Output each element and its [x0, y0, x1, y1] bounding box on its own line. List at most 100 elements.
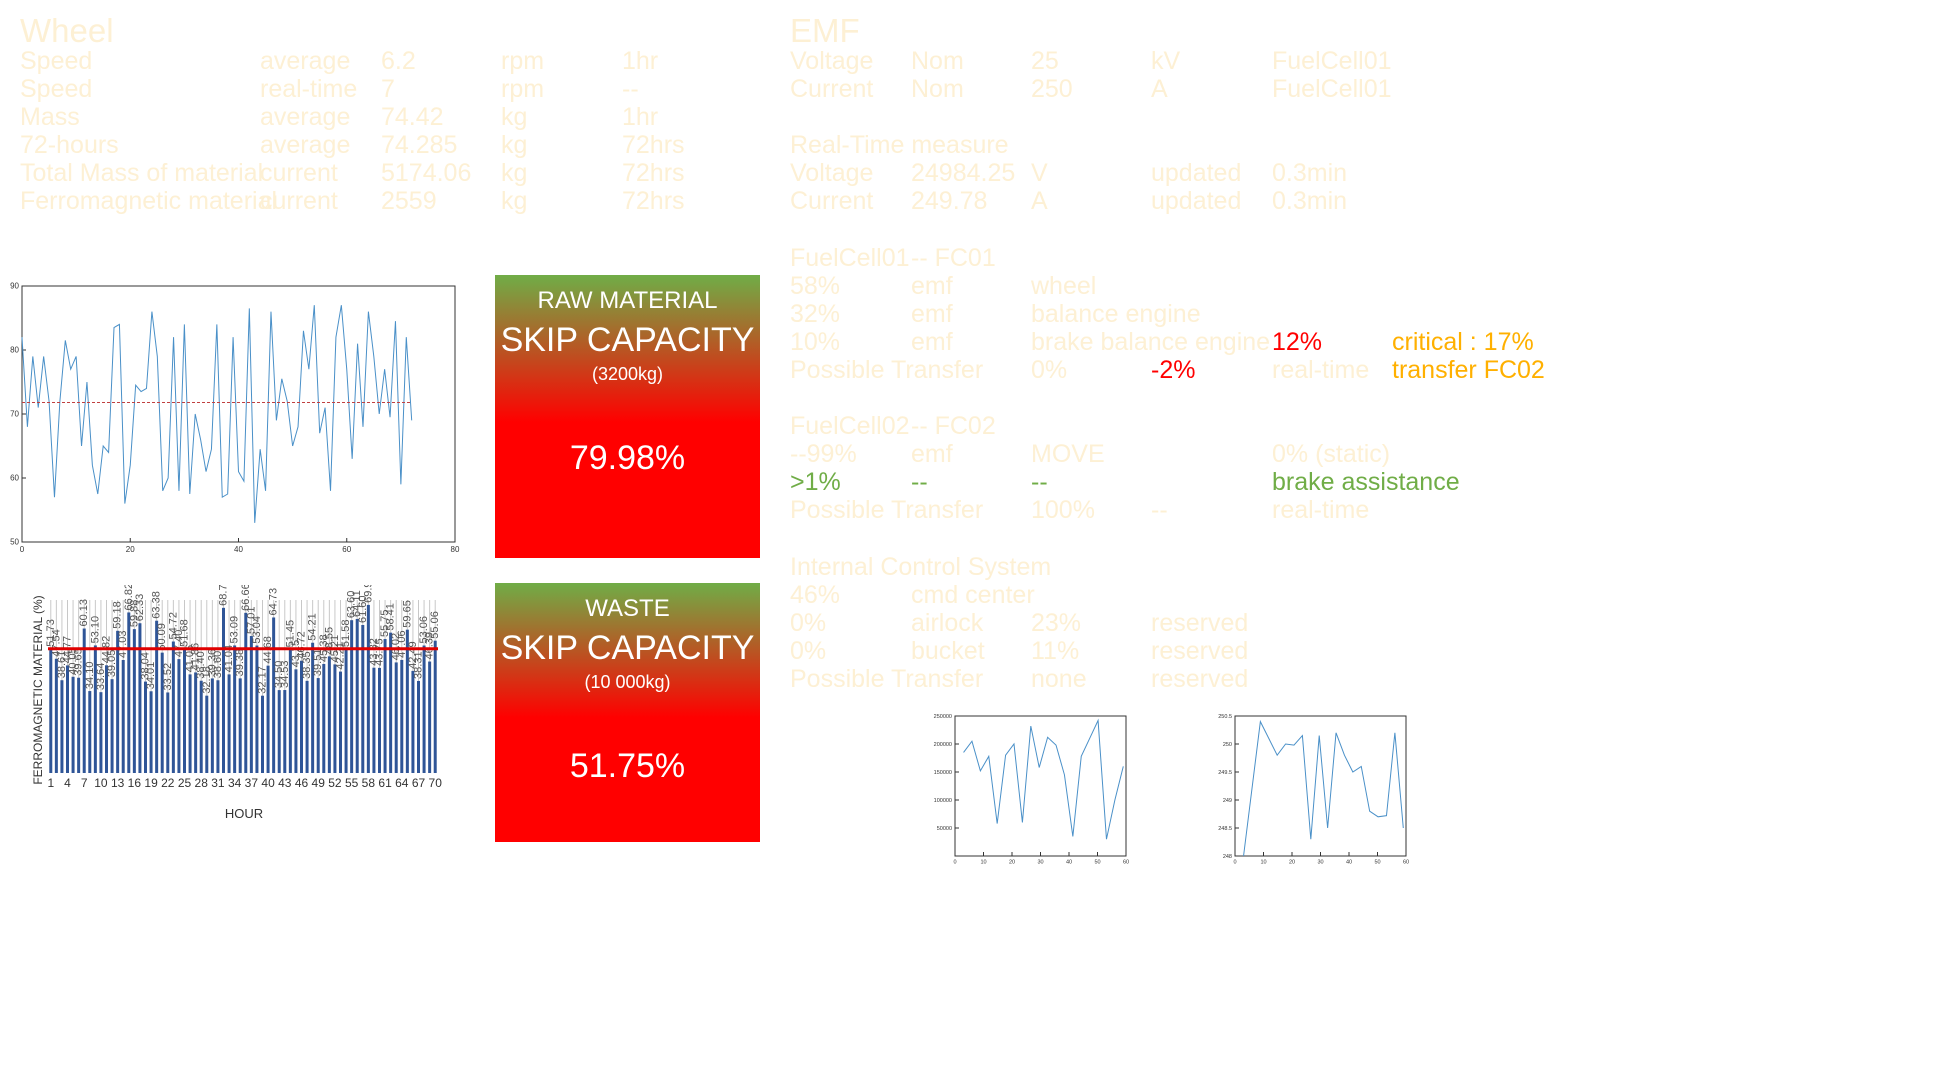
- ics-cell: reserved: [1151, 637, 1249, 665]
- skip-category: WASTE: [585, 595, 670, 622]
- wheel-cell: 72hrs: [622, 187, 685, 215]
- x-tick-label: 25: [178, 776, 192, 790]
- x-tick-label: 1: [47, 776, 54, 790]
- wheel-cell: Speed: [20, 47, 93, 75]
- y-tick-label: 200000: [934, 742, 952, 748]
- x-tick-label: 58: [362, 776, 376, 790]
- bar-value-label: 55.06: [429, 611, 441, 639]
- fc01-transfer-target: transfer FC02: [1392, 356, 1545, 384]
- ics-transfer-value: none: [1031, 665, 1087, 693]
- emf-nominal-cell: Current: [790, 75, 874, 103]
- wheel-cell: rpm: [501, 47, 545, 75]
- wheel-cell: 74.42: [381, 103, 444, 131]
- y-tick-label: 250: [1223, 742, 1232, 748]
- current-line-chart: 0 10 20 30 40 50 60 248 248.5 249 249.5 250 250.5: [1218, 714, 1409, 866]
- y-tick-label: 248.5: [1218, 826, 1232, 832]
- wheel-cell: 72hrs: [622, 131, 685, 159]
- bar: [188, 674, 192, 773]
- wheel-cell: 1hr: [622, 103, 659, 131]
- emf-realtime-cell: updated: [1151, 159, 1242, 187]
- fc01-transfer-delta: -2%: [1151, 356, 1196, 384]
- wheel-cell: current: [260, 159, 338, 187]
- x-tick-label: 43: [278, 776, 292, 790]
- x-axis-label: HOUR: [225, 806, 263, 821]
- x-tick-label: 61: [378, 776, 392, 790]
- fc02-code: -- FC02: [911, 412, 996, 440]
- skip-limit: (3200kg): [591, 364, 664, 384]
- plot-frame: [1234, 715, 1407, 857]
- x-tick-label: 37: [245, 776, 259, 790]
- wheel-cell: 72hrs: [622, 159, 685, 187]
- bar: [132, 629, 136, 773]
- waste-skip-panel: WASTE SKIP CAPACITY (10 000kg) 51.75%: [495, 583, 760, 842]
- bar: [361, 624, 365, 773]
- wheel-cell: average: [260, 131, 351, 159]
- skip-category: RAW MATERIAL: [537, 287, 718, 314]
- fc02-brake-pct: >1%: [790, 468, 841, 496]
- fc02-transfer-value: 100%: [1031, 496, 1095, 524]
- bar: [327, 656, 331, 773]
- x-tick-label: 7: [81, 776, 88, 790]
- ics-transfer-status: reserved: [1151, 665, 1249, 693]
- x-tick-label: 40: [234, 545, 243, 554]
- bar: [422, 645, 426, 773]
- emf-nominal-cell: FuelCell01: [1272, 47, 1392, 75]
- emf-realtime-cell: V: [1031, 159, 1048, 187]
- skip-title: SKIP CAPACITY: [500, 629, 755, 667]
- fc01-alert-pct: 12%: [1272, 328, 1323, 356]
- fc01-transfer-mode: real-time: [1272, 356, 1370, 384]
- wheel-cell: kg: [501, 159, 528, 187]
- bar: [305, 680, 309, 773]
- ics-title: Internal Control System: [790, 553, 1052, 581]
- fc01-cell: brake balance engine: [1031, 328, 1271, 356]
- bar: [166, 692, 170, 773]
- fc02-target: MOVE: [1031, 440, 1105, 468]
- bar: [121, 659, 125, 773]
- x-tick-label: 13: [111, 776, 125, 790]
- emf-realtime-cell: Voltage: [790, 159, 874, 187]
- wheel-title: Wheel: [20, 12, 114, 49]
- bar-value-label: 58.41: [385, 603, 397, 631]
- y-tick-label: 249: [1223, 798, 1232, 804]
- x-tick-label: 55: [345, 776, 359, 790]
- y-tick-label: 60: [10, 474, 19, 483]
- x-tick-label: 40: [261, 776, 275, 790]
- emf-realtime-cell: updated: [1151, 187, 1242, 215]
- fc02-transfer-delta: --: [1151, 496, 1168, 524]
- y-tick-label: 80: [10, 346, 19, 355]
- bar: [110, 679, 114, 773]
- x-tick-label: 16: [128, 776, 142, 790]
- bar: [339, 671, 342, 773]
- bar: [433, 640, 437, 773]
- emf-title: EMF: [790, 12, 860, 49]
- bar: [400, 659, 404, 773]
- bar: [88, 691, 92, 773]
- x-tick-label: 28: [195, 776, 209, 790]
- bar: [372, 667, 376, 773]
- fc02-transfer-label: Possible Transfer: [790, 496, 984, 524]
- fc01-cell: 58%: [790, 272, 841, 300]
- bar: [105, 665, 108, 773]
- fc02-transfer-mode: real-time: [1272, 496, 1370, 524]
- bar: [378, 667, 381, 773]
- bar: [322, 663, 326, 773]
- emf-realtime-cell: 0.3min: [1272, 187, 1348, 215]
- plot-frame: [954, 715, 1127, 857]
- x-tick-label: 0: [953, 860, 956, 866]
- emf-nominal-cell: 250: [1031, 75, 1073, 103]
- ics-cell: 11%: [1031, 637, 1080, 665]
- skip-title: SKIP CAPACITY: [500, 321, 755, 359]
- wheel-cell: kg: [501, 103, 528, 131]
- bar-value-label: 51.68: [179, 619, 191, 647]
- bar: [272, 617, 276, 773]
- x-tick-label: 20: [1289, 860, 1295, 866]
- bar: [210, 678, 214, 773]
- bar: [194, 672, 198, 773]
- y-tick-label: 250000: [934, 714, 952, 720]
- bar: [383, 639, 387, 773]
- bar: [205, 695, 209, 773]
- bar: [171, 641, 175, 773]
- fc01-transfer-value: 0%: [1031, 356, 1068, 384]
- y-tick-label: 100000: [934, 798, 952, 804]
- wheel-cell: Mass: [20, 103, 80, 131]
